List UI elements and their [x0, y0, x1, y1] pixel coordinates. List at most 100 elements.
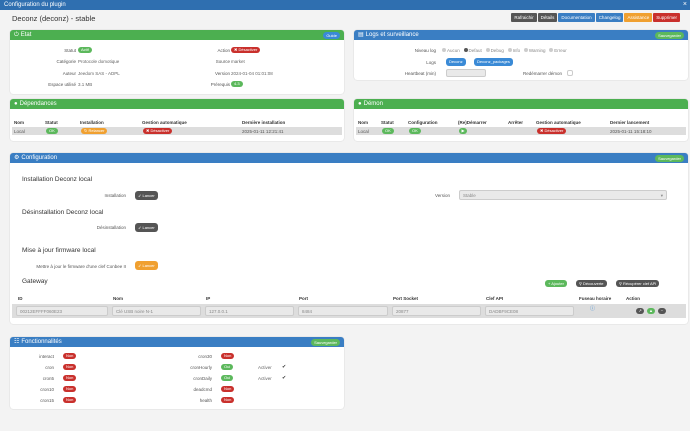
feature-label: cron10	[40, 387, 54, 392]
version-selected: Stable	[463, 193, 476, 198]
refresh-button[interactable]: Rafraichir	[511, 13, 537, 22]
install-title: Installation Deconz local	[22, 176, 93, 183]
gw-id-input[interactable]: 00212EFFFF060E23	[16, 306, 108, 316]
gw-port-input[interactable]: 8484	[298, 306, 388, 316]
delete-button[interactable]: Supprimer	[653, 13, 680, 22]
demon-last-launch: 2025-01-11 15:18:10	[610, 128, 652, 134]
firmware-title: Mise à jour firmware local	[22, 247, 96, 254]
categorie-label: Catégorie	[56, 59, 76, 64]
activate-label: Activer	[258, 365, 272, 370]
logs-title: Logs et surveillance	[365, 32, 419, 38]
gateway-title: Gateway	[22, 278, 48, 285]
heartbeat-input[interactable]	[446, 69, 486, 77]
col-derniere: Dernière installation	[242, 120, 286, 125]
guide-button[interactable]: Guide	[323, 31, 340, 39]
log-level-none[interactable]: Aucun	[442, 48, 460, 53]
log-deconz-packages-button[interactable]: Deconz_packages	[474, 58, 513, 66]
statut-badge: Actif	[78, 47, 92, 53]
log-level-debug[interactable]: Debug	[485, 48, 504, 53]
gw-socket-input[interactable]: 20877	[392, 306, 481, 316]
uninstall-label: Désinstallation	[96, 225, 126, 230]
chevron-down-icon: ▾	[660, 193, 663, 198]
feature-value: Non	[221, 386, 235, 392]
etat-title: Etat	[20, 32, 32, 38]
play-icon[interactable]: ▶	[459, 128, 467, 134]
minus-icon[interactable]: −	[658, 308, 666, 314]
feature-label: deadcmd	[193, 387, 212, 392]
source-label: Source	[215, 59, 230, 64]
close-icon[interactable]: ×	[683, 0, 687, 10]
gw-apikey-input[interactable]: DADBF9CE08	[485, 306, 574, 316]
relaunch-deps-button[interactable]: ↻ Relancer	[81, 128, 108, 134]
restart-daemon-checkbox[interactable]	[567, 70, 573, 76]
feature-label: cron30	[198, 354, 212, 359]
version-value: 2024-01-04 01:01:08	[231, 71, 273, 76]
col-nom: Nom	[358, 120, 368, 125]
feature-label: health	[199, 398, 212, 403]
deactivate-plugin-button[interactable]: ✖ Désactiver	[231, 47, 261, 53]
demon-auto-deactivate-button[interactable]: ✖ Désactiver	[537, 128, 567, 134]
gateway-apikey-button[interactable]: ⚲ Récupérer clef API	[616, 280, 660, 287]
demon-auto-label: Désactiver	[544, 128, 564, 133]
deps-auto-deactivate-button[interactable]: ✖ Désactiver	[143, 128, 173, 134]
auteur-label: Auteur	[62, 71, 76, 76]
fonct-panel: ☷ Fonctionnalités Sauvegarder interact No…	[10, 337, 344, 409]
firmware-launch-button[interactable]: ➶ Lancer	[135, 261, 158, 270]
feature-label: cronDaily	[193, 376, 212, 381]
launch-label: Lancer	[142, 225, 155, 230]
check-icon[interactable]: ✔	[282, 375, 286, 381]
feature-label: cron	[45, 365, 54, 370]
etat-panel: ⏻ Etat Guide Statut Actif Catégorie Proto…	[10, 30, 344, 94]
log-level-info[interactable]: Info	[507, 48, 520, 53]
gateway-discover-button[interactable]: ⚲ Découverte	[576, 280, 607, 287]
gateway-add-button[interactable]: + Ajouter	[545, 280, 567, 287]
uninstall-launch-button[interactable]: ➶ Lancer	[135, 223, 158, 232]
version-select[interactable]: Stable ▾	[459, 190, 667, 200]
external-link-icon[interactable]: ↗	[636, 308, 644, 314]
info-icon: ⓘ	[590, 306, 596, 312]
demon-panel: ● Démon Nom Statut Configuration (Re)Déma…	[354, 99, 688, 141]
feature-value: Non	[63, 375, 77, 381]
install-launch-button[interactable]: ➶ Lancer	[135, 191, 158, 200]
prerequis-badge: 4.3	[231, 81, 243, 87]
espace-label: Espace utilisé	[48, 82, 76, 87]
col-nom: Nom	[113, 296, 123, 301]
changelog-button[interactable]: Changelog	[595, 13, 624, 22]
feature-value: Non	[63, 353, 77, 359]
etat-header: ⏻ Etat Guide	[10, 30, 344, 40]
col-configuration: Configuration	[408, 120, 438, 125]
documentation-button[interactable]: Documentation	[558, 13, 595, 22]
deps-header: ● Dépendances	[10, 99, 344, 109]
col-gestion: Gestion automatique	[536, 120, 581, 125]
logs-label: Logs	[426, 60, 436, 65]
save-icon[interactable]: ▲	[647, 308, 655, 314]
source-value: market	[231, 59, 245, 64]
dialog-title: Configuration du plugin	[4, 2, 66, 8]
col-dernier: Dernier lancement	[610, 120, 650, 125]
logs-save-button[interactable]: Sauvegarder	[655, 31, 684, 39]
gw-name-input[interactable]: Clé USB noire N-1	[112, 306, 201, 316]
assistance-button[interactable]: Assistance	[624, 13, 653, 22]
demon-title: Démon	[363, 101, 383, 107]
categorie-value: Protocole domotique	[78, 59, 120, 64]
log-deconz-button[interactable]: Deconz	[446, 58, 466, 66]
demon-header: ● Démon	[354, 99, 688, 109]
col-gestion: Gestion automatique	[142, 120, 187, 125]
circle-icon: ●	[14, 101, 18, 107]
feature-label: cronHourly	[190, 365, 212, 370]
log-level-warning[interactable]: Warning	[523, 48, 545, 53]
deps-status-badge: OK	[46, 128, 58, 134]
col-ip: IP	[206, 296, 211, 301]
deps-auto-label: Désactiver	[150, 128, 170, 133]
log-level-error[interactable]: Erreur	[549, 48, 567, 53]
config-save-button[interactable]: Sauvegarder	[655, 154, 684, 162]
logs-header: ▤ Logs et surveillance Sauvegarder	[354, 30, 688, 40]
log-level-default[interactable]: Defaut	[463, 48, 482, 53]
circle-icon: ●	[358, 101, 362, 107]
fonct-save-button[interactable]: Sauvegarder	[311, 338, 340, 346]
check-icon[interactable]: ✔	[282, 364, 286, 370]
gw-ip-input[interactable]: 127.0.0.1	[205, 306, 294, 316]
feature-value: Non	[63, 386, 77, 392]
demon-config-badge: OK	[409, 128, 421, 134]
details-button[interactable]: Détails	[537, 13, 558, 22]
